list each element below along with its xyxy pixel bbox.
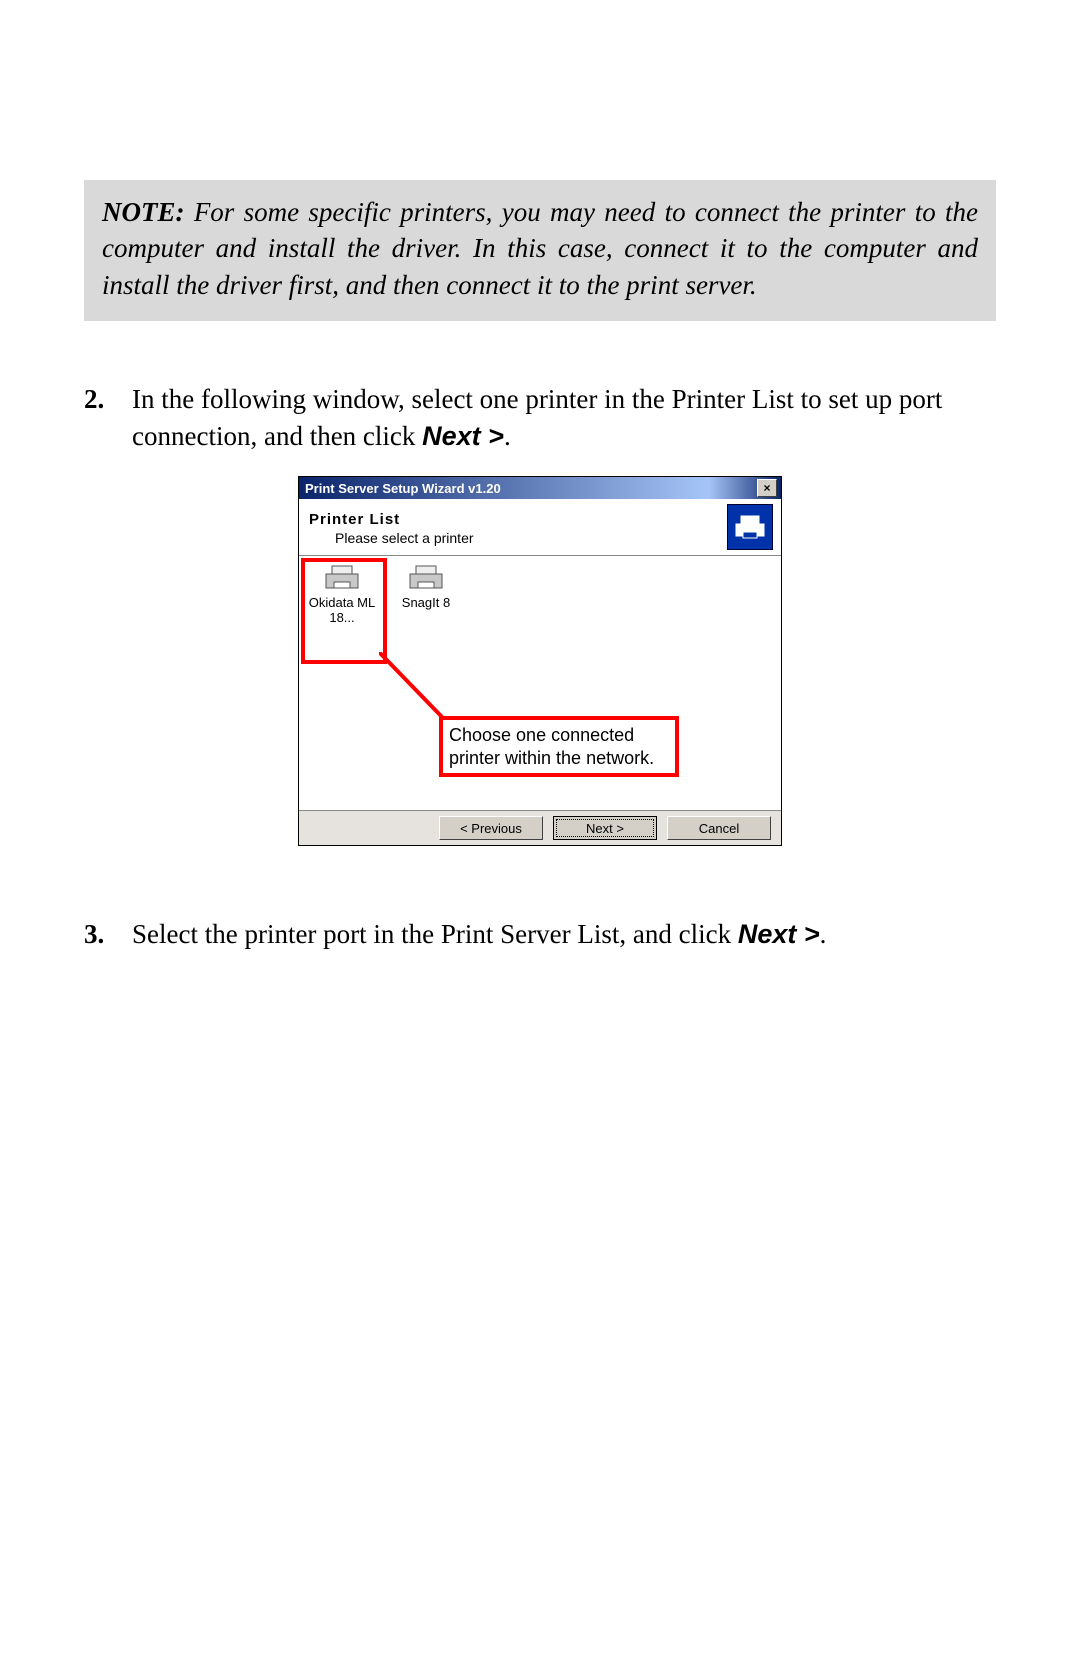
window-title: Print Server Setup Wizard v1.20: [303, 481, 757, 496]
header-title: Printer List: [309, 511, 727, 528]
printer-label-snagit: SnagIt 8: [391, 596, 461, 611]
previous-label: < Previous: [460, 821, 522, 836]
close-button[interactable]: ×: [757, 479, 777, 497]
step-3-text-a: Select the printer port in the Print Ser…: [132, 919, 738, 949]
wizard-header: Printer List Please select a printer: [299, 499, 781, 556]
step-3-next: Next >: [738, 919, 820, 949]
printer-item-snagit[interactable]: SnagIt 8: [391, 562, 461, 611]
button-bar: < Previous Next > Cancel: [299, 811, 781, 845]
step-2-text-a: In the following window, select one prin…: [132, 384, 942, 450]
annotation-text: Choose one connected printer within the …: [449, 725, 654, 768]
step-3: 3. Select the printer port in the Print …: [84, 916, 996, 952]
annotation-callout: Choose one connected printer within the …: [439, 716, 679, 777]
annotation-connector: [379, 652, 463, 726]
cancel-label: Cancel: [699, 821, 739, 836]
note-box: NOTE: For some specific printers, you ma…: [84, 180, 996, 321]
step-2-text: In the following window, select one prin…: [132, 381, 996, 454]
next-label: Next >: [586, 821, 624, 836]
step-3-period: .: [820, 919, 827, 949]
printer-icon: [406, 562, 446, 592]
titlebar: Print Server Setup Wizard v1.20 ×: [299, 477, 781, 499]
printer-header-icon: [727, 504, 773, 550]
wizard-window: Print Server Setup Wizard v1.20 × Printe…: [298, 476, 782, 846]
close-icon: ×: [763, 482, 770, 494]
step-2-next: Next >: [422, 421, 504, 451]
header-subtitle: Please select a printer: [335, 530, 727, 546]
step-2-period: .: [504, 421, 511, 451]
step-2: 2. In the following window, select one p…: [84, 381, 996, 454]
printer-list-area[interactable]: Okidata ML 18... SnagIt 8 Choose one con…: [299, 556, 781, 811]
step-3-number: 3.: [84, 916, 132, 952]
cancel-button[interactable]: Cancel: [667, 816, 771, 840]
note-label: NOTE:: [102, 197, 185, 227]
annotation-highlight: [301, 558, 387, 664]
note-body: For some specific printers, you may need…: [102, 197, 978, 300]
previous-button[interactable]: < Previous: [439, 816, 543, 840]
next-button[interactable]: Next >: [553, 816, 657, 840]
step-2-number: 2.: [84, 381, 132, 454]
step-3-text: Select the printer port in the Print Ser…: [132, 916, 996, 952]
